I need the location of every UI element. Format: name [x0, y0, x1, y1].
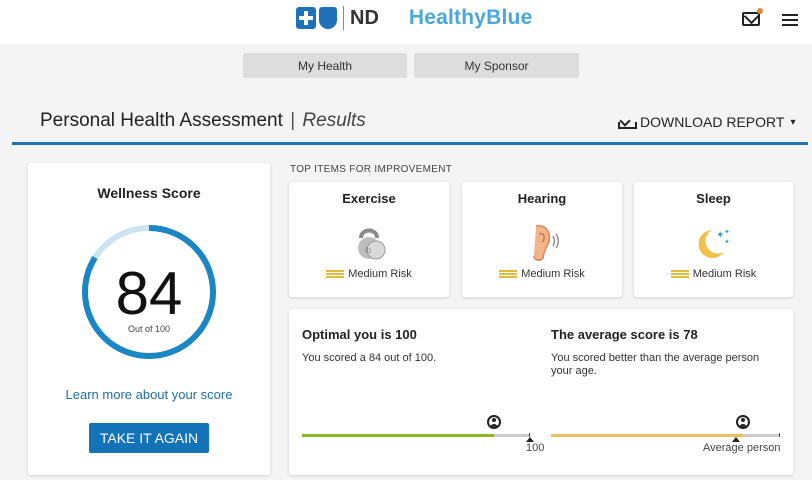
brand-name: HealthyBlue: [408, 6, 533, 29]
page-title: Personal Health Assessment | Results: [40, 110, 366, 132]
page-subtitle: Results: [302, 110, 366, 131]
mail-icon[interactable]: [742, 8, 763, 26]
wellness-title: Wellness Score: [97, 185, 201, 201]
title-separator: |: [290, 110, 296, 131]
notification-dot: [757, 8, 763, 14]
page-title-text: Personal Health Assessment: [40, 110, 283, 131]
average-column: The average score is 78 You scored bette…: [551, 327, 781, 378]
cross-logo-icon: [296, 7, 316, 29]
risk-indicator: Medium Risk: [462, 268, 622, 280]
medium-risk-icon: [499, 269, 518, 279]
tab-bar: My Health My Sponsor: [0, 53, 812, 79]
user-avatar-icon: [486, 415, 501, 429]
user-avatar-icon: [736, 415, 751, 429]
optimal-progress-bar: [302, 434, 530, 437]
brand-logo[interactable]: ND HealthyBlue: [296, 6, 532, 30]
improvement-card-hearing[interactable]: Hearing Medium Risk: [462, 182, 622, 297]
wellness-score-value: 84: [115, 260, 183, 327]
optimal-column: Optimal you is 100 You scored a 84 out o…: [302, 327, 532, 365]
improvement-card-sleep[interactable]: Sleep ✦ ✦ ✦ Medium Risk: [634, 182, 793, 297]
improvement-card-exercise[interactable]: Exercise lb Medium Risk: [289, 182, 449, 297]
chevron-down-icon: ▾: [790, 116, 796, 128]
svg-text:✦: ✦: [724, 228, 730, 236]
medium-risk-icon: [326, 269, 345, 279]
item-name: Hearing: [517, 191, 567, 206]
average-end-tick: [779, 433, 780, 437]
optimal-heading: Optimal you is 100: [302, 327, 417, 342]
average-heading: The average score is 78: [551, 327, 698, 342]
item-name: Exercise: [342, 191, 396, 206]
risk-label: Medium Risk: [521, 268, 585, 280]
optimal-text: You scored a 84 out of 100.: [302, 352, 437, 364]
average-text: You scored better than the average perso…: [551, 352, 760, 377]
top-items-label: TOP ITEMS FOR IMPROVEMENT: [290, 164, 453, 175]
title-rule: [12, 142, 808, 145]
average-progress-bar: [551, 434, 780, 437]
kettlebell-icon: lb: [358, 228, 386, 260]
learn-more-link[interactable]: Learn more about your score: [28, 387, 270, 402]
shield-logo-icon: [319, 7, 337, 29]
optimal-end-label: 100: [526, 442, 545, 454]
risk-label: Medium Risk: [692, 268, 757, 280]
wellness-score-card: Wellness Score 84 Out of 100 Learn more …: [28, 163, 270, 475]
wellness-out-of: Out of 100: [127, 324, 171, 334]
average-progress-fill: [551, 434, 744, 437]
risk-indicator: Medium Risk: [634, 268, 793, 280]
download-report-button[interactable]: DOWNLOAD REPORT ▾: [618, 114, 795, 130]
tab-my-sponsor[interactable]: My Sponsor: [414, 53, 579, 78]
risk-indicator: Medium Risk: [289, 268, 449, 280]
optimal-progress-fill: [302, 434, 494, 437]
ear-icon: [533, 225, 559, 261]
medium-risk-icon: [670, 269, 689, 279]
svg-text:lb: lb: [365, 246, 372, 255]
hamburger-menu-icon[interactable]: [782, 14, 798, 29]
item-name: Sleep: [696, 191, 731, 206]
risk-label: Medium Risk: [348, 268, 412, 280]
top-bar: ND HealthyBlue: [0, 0, 812, 44]
score-comparison-card: Optimal you is 100 You scored a 84 out o…: [289, 309, 793, 475]
download-report-label: DOWNLOAD REPORT: [640, 114, 785, 130]
take-it-again-button[interactable]: TAKE IT AGAIN: [89, 423, 209, 453]
logo-divider: [343, 6, 344, 30]
svg-text:✦: ✦: [724, 238, 730, 246]
brand-short: ND: [350, 6, 379, 29]
download-icon: [618, 115, 637, 129]
average-person-label: Average person: [703, 442, 781, 454]
moon-stars-icon: ✦ ✦ ✦: [698, 228, 730, 258]
tab-my-health[interactable]: My Health: [243, 53, 407, 78]
